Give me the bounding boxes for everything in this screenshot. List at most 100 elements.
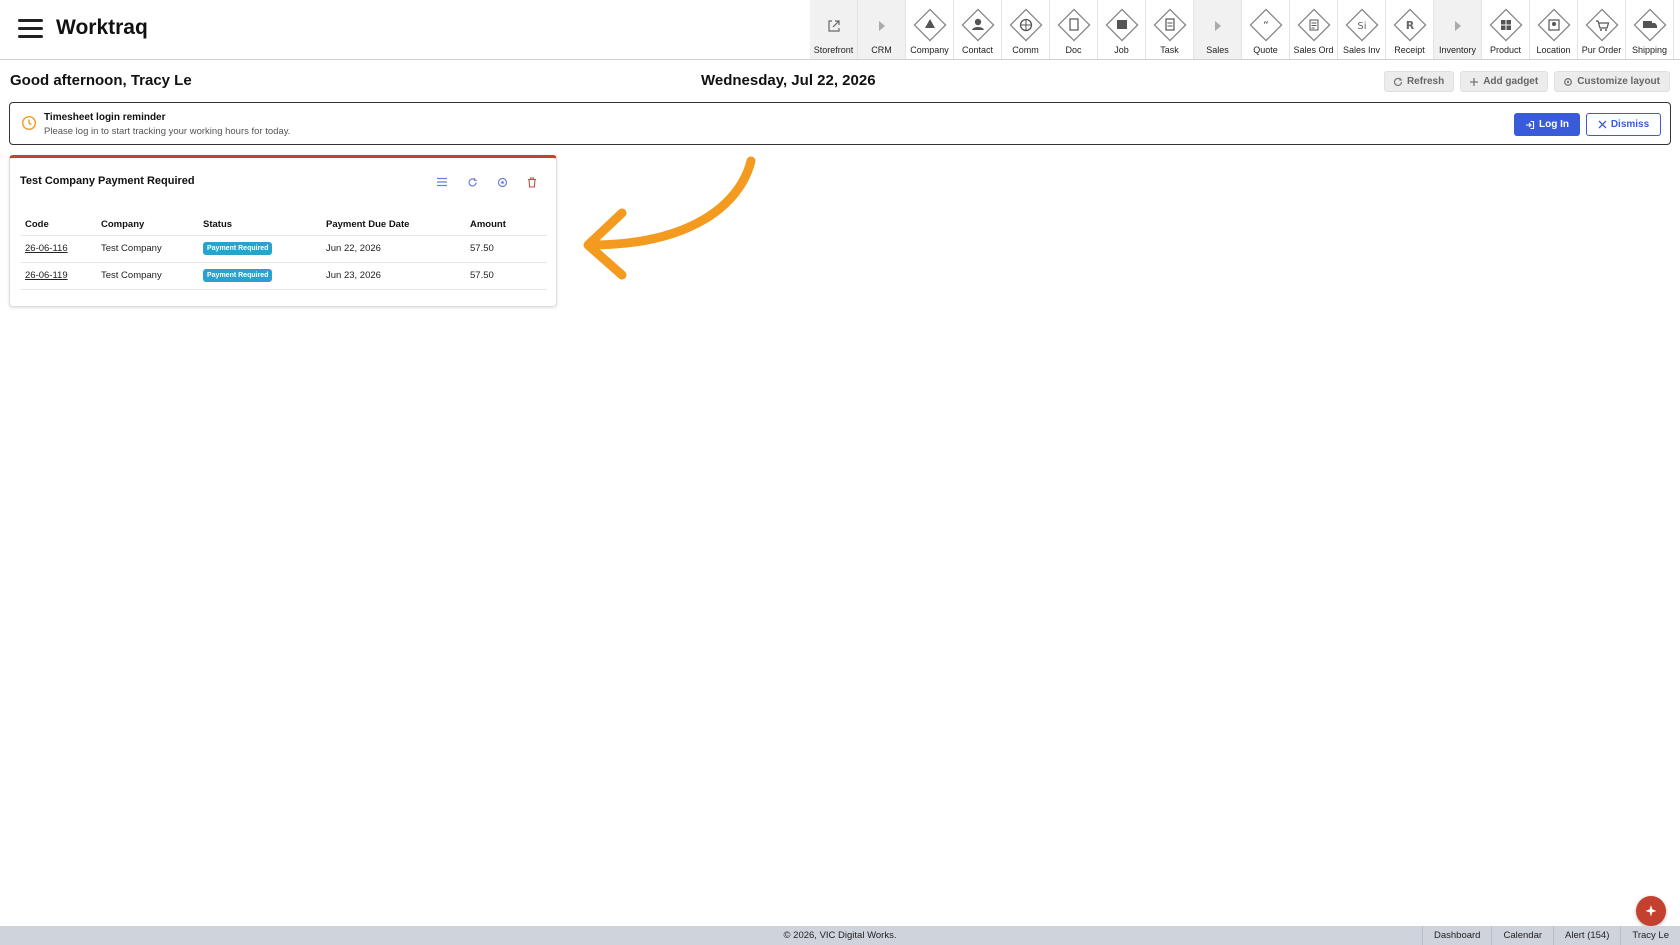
column-header-company[interactable]: Company <box>96 216 198 236</box>
contact-icon <box>959 8 997 44</box>
module-sales-order[interactable]: Sales Ord <box>1290 0 1338 59</box>
add-gadget-label: Add gadget <box>1483 76 1539 87</box>
app-title: Worktraq <box>56 16 148 39</box>
receipt-icon: R <box>1391 8 1429 44</box>
record-code-link[interactable]: 26-06-119 <box>25 270 68 281</box>
caret-right-icon <box>863 8 901 44</box>
trash-icon[interactable] <box>524 174 540 190</box>
module-label: Pur Order <box>1581 45 1622 55</box>
amount-cell: 57.50 <box>465 235 547 263</box>
amount-cell: 57.50 <box>465 262 547 290</box>
caret-right-icon <box>1199 8 1237 44</box>
module-sales[interactable]: Sales <box>1194 0 1242 59</box>
module-inventory[interactable]: Inventory <box>1434 0 1482 59</box>
gadget-toolbar <box>434 174 540 190</box>
list-icon[interactable] <box>434 174 450 190</box>
module-sales-invoice[interactable]: Si Sales Inv <box>1338 0 1386 59</box>
module-comm[interactable]: Comm <box>1002 0 1050 59</box>
footer-link-calendar[interactable]: Calendar <box>1491 926 1553 945</box>
status-badge: Payment Required <box>203 269 273 282</box>
doc-icon <box>1055 8 1093 44</box>
module-location[interactable]: Location <box>1530 0 1578 59</box>
task-icon <box>1151 8 1189 44</box>
due-date-cell: Jun 22, 2026 <box>321 235 465 263</box>
module-receipt[interactable]: R Receipt <box>1386 0 1434 59</box>
svg-text:Si: Si <box>1357 21 1366 32</box>
status-badge: Payment Required <box>203 242 273 255</box>
column-header-code[interactable]: Code <box>20 216 96 236</box>
column-header-status[interactable]: Status <box>198 216 321 236</box>
reminder-text: Please log in to start tracking your wor… <box>44 126 291 137</box>
module-label: Sales Inv <box>1342 45 1381 55</box>
sales-invoice-icon: Si <box>1343 8 1381 44</box>
company-cell: Test Company <box>96 235 198 263</box>
module-shipping[interactable]: Shipping <box>1626 0 1674 59</box>
reminder-title: Timesheet login reminder <box>44 112 166 123</box>
module-label: Task <box>1160 45 1179 55</box>
company-icon <box>911 8 949 44</box>
settings-icon[interactable] <box>494 174 510 190</box>
location-icon <box>1535 8 1573 44</box>
module-contact[interactable]: Contact <box>954 0 1002 59</box>
footer: © 2026, VIC Digital Works. Dashboard Cal… <box>0 926 1680 945</box>
plus-icon <box>1470 77 1479 86</box>
hamburger-menu-icon[interactable] <box>18 19 43 39</box>
payment-table: Code Company Status Payment Due Date Amo… <box>20 216 547 290</box>
footer-link-alerts[interactable]: Alert (154) <box>1553 926 1620 945</box>
module-crm[interactable]: CRM <box>858 0 906 59</box>
refresh-button[interactable]: Refresh <box>1383 71 1455 92</box>
module-label: Sales <box>1206 45 1229 55</box>
module-doc[interactable]: Doc <box>1050 0 1098 59</box>
sales-order-icon <box>1295 8 1333 44</box>
module-label: Sales Ord <box>1293 45 1334 55</box>
annotation-arrow <box>583 156 756 280</box>
refresh-label: Refresh <box>1406 76 1445 87</box>
current-date: Wednesday, Jul 22, 2026 <box>701 72 876 89</box>
module-label: Receipt <box>1394 45 1425 55</box>
module-storefront[interactable]: Storefront <box>810 0 858 59</box>
module-label: Contact <box>961 45 994 55</box>
close-icon <box>1598 120 1607 129</box>
refresh-icon[interactable] <box>464 174 480 190</box>
module-quote[interactable]: “ Quote <box>1242 0 1290 59</box>
module-label: Product <box>1489 45 1522 55</box>
add-gadget-button[interactable]: Add gadget <box>1460 71 1549 92</box>
log-in-button[interactable]: Log In <box>1514 113 1580 136</box>
column-header-due-date[interactable]: Payment Due Date <box>321 216 465 236</box>
customize-layout-label: Customize layout <box>1577 76 1660 87</box>
footer-link-user[interactable]: Tracy Le <box>1620 926 1680 945</box>
module-label: Job <box>1114 45 1129 55</box>
dashboard-actions: Refresh Add gadget Customize layout <box>1383 71 1670 92</box>
svg-text:“: “ <box>1263 19 1269 32</box>
column-header-amount[interactable]: Amount <box>465 216 547 236</box>
purchase-order-icon <box>1583 8 1621 44</box>
module-task[interactable]: Task <box>1146 0 1194 59</box>
module-label: Shipping <box>1631 45 1668 55</box>
module-job[interactable]: Job <box>1098 0 1146 59</box>
due-date-cell: Jun 23, 2026 <box>321 262 465 290</box>
svg-text:R: R <box>1405 19 1414 32</box>
module-label: Quote <box>1253 45 1278 55</box>
company-cell: Test Company <box>96 262 198 290</box>
gear-icon <box>1564 77 1573 86</box>
payment-required-gadget: Test Company Payment Required Code Compa… <box>9 155 557 307</box>
table-row: 26-06-116 Test Company Payment Required … <box>20 235 547 263</box>
record-code-link[interactable]: 26-06-116 <box>25 243 68 254</box>
module-toolbar: Storefront CRM Company Contact Comm Doc … <box>810 0 1674 59</box>
module-label: Location <box>1536 45 1571 55</box>
shipping-icon <box>1631 8 1669 44</box>
module-product[interactable]: Product <box>1482 0 1530 59</box>
footer-link-dashboard[interactable]: Dashboard <box>1421 926 1491 945</box>
assistant-fab[interactable] <box>1636 896 1666 926</box>
log-in-label: Log In <box>1539 119 1569 130</box>
dismiss-button[interactable]: Dismiss <box>1586 113 1661 136</box>
sparkle-icon <box>1645 905 1657 917</box>
comm-icon <box>1007 8 1045 44</box>
greeting: Good afternoon, Tracy Le <box>10 72 192 89</box>
module-company[interactable]: Company <box>906 0 954 59</box>
module-purchase-order[interactable]: Pur Order <box>1578 0 1626 59</box>
timesheet-reminder: Timesheet login reminder Please log in t… <box>9 102 1671 145</box>
customize-layout-button[interactable]: Customize layout <box>1554 71 1670 92</box>
product-icon <box>1487 8 1525 44</box>
quote-icon: “ <box>1247 8 1285 44</box>
